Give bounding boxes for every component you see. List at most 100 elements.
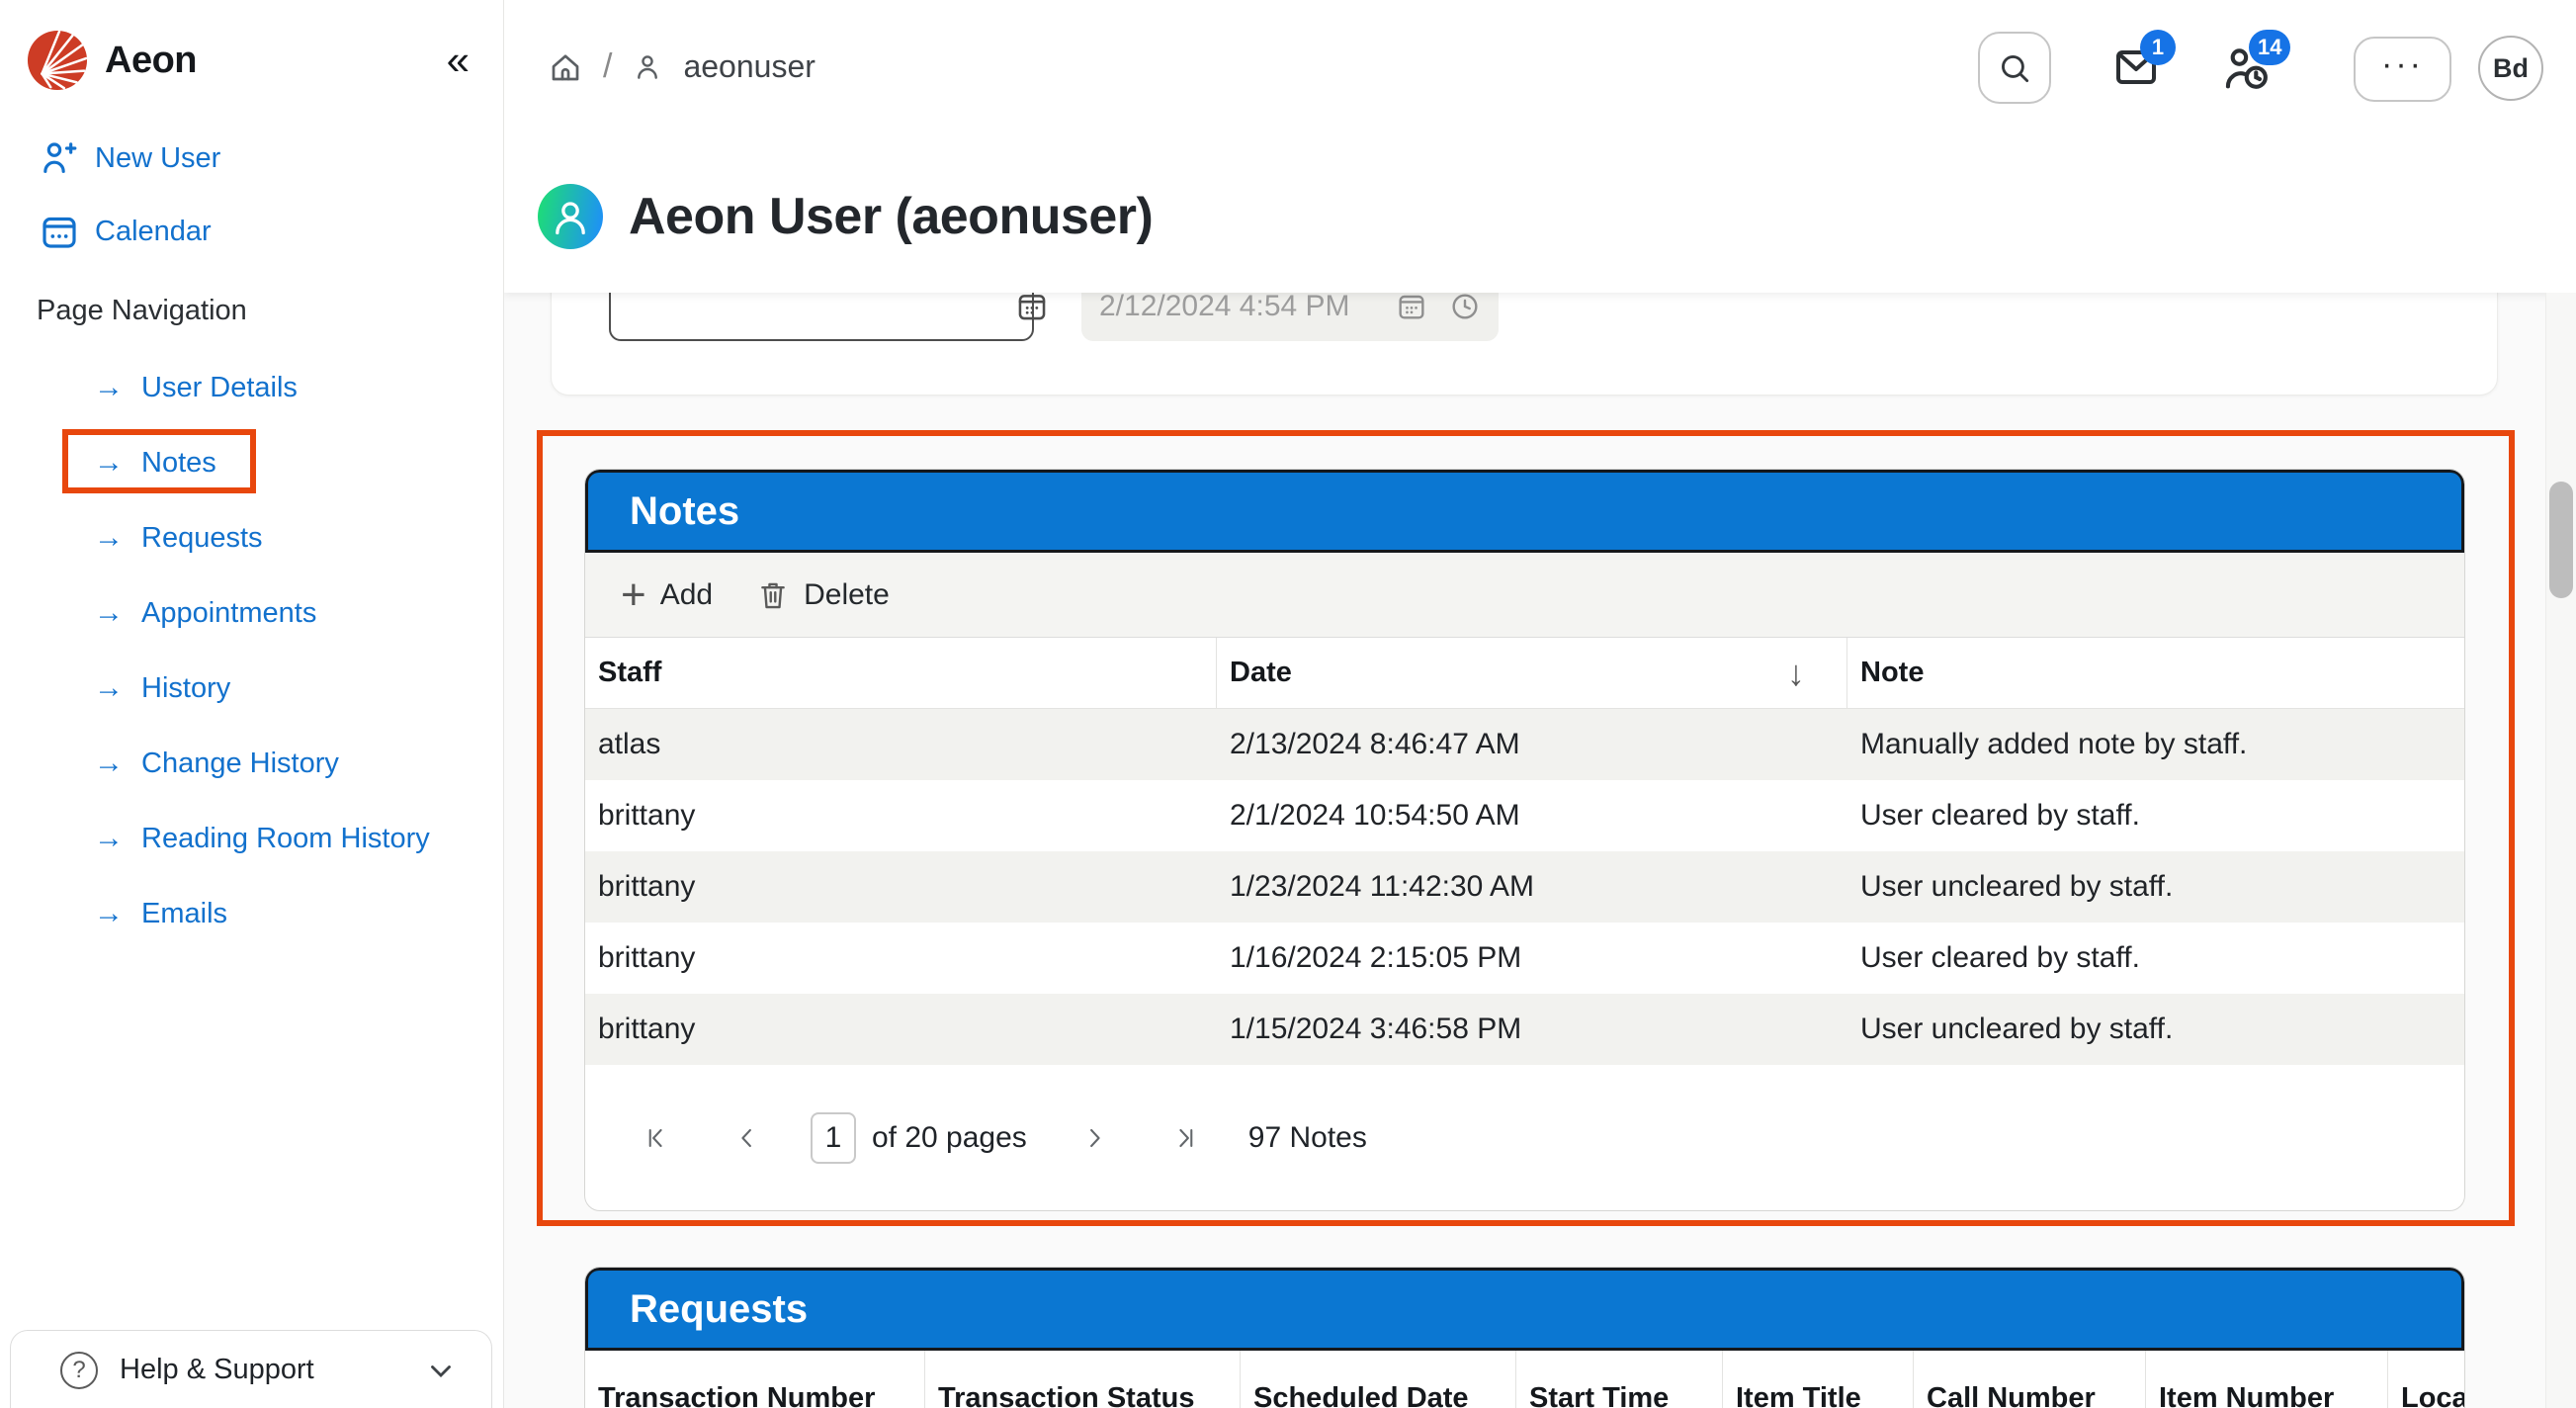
help-support-label: Help & Support (120, 1354, 314, 1386)
cell-staff: atlas (585, 709, 1217, 780)
delete-button-label: Delete (804, 578, 890, 612)
sidebar-item-history[interactable]: →History (0, 651, 503, 726)
column-header-transaction-status[interactable]: Transaction Status (925, 1351, 1241, 1408)
arrow-right-icon: → (94, 446, 124, 480)
scrollbar-thumb[interactable] (2549, 482, 2573, 598)
sidebar-item-label: Change History (141, 748, 339, 780)
column-label: Transaction Status (938, 1382, 1194, 1408)
notes-toolbar: + Add Delete (585, 553, 2464, 638)
notes-title: Notes (630, 489, 739, 534)
column-header-note[interactable]: Note (1847, 638, 2464, 708)
arrow-right-icon: → (94, 897, 124, 930)
sidebar: Aeon « New User Calendar Page Navigatio (0, 0, 504, 1408)
column-header-scheduled-date[interactable]: Scheduled Date (1241, 1351, 1516, 1408)
cell-note: User uncleared by staff. (1847, 851, 2464, 923)
person-icon (632, 51, 663, 83)
sidebar-item-calendar[interactable]: Calendar (40, 212, 212, 251)
delete-note-button[interactable]: Delete (756, 578, 890, 612)
requests-header: Requests (585, 1268, 2464, 1351)
column-label: Date (1230, 657, 1292, 689)
page-number-input[interactable] (811, 1112, 856, 1164)
notes-section: Notes + Add Delete (584, 469, 2465, 1211)
cell-staff: brittany (585, 851, 1217, 923)
column-header-date[interactable]: Date ↓ (1217, 638, 1847, 708)
page-range-label: of 20 pages (872, 1121, 1027, 1155)
table-row[interactable]: brittany 1/15/2024 3:46:58 PM User uncle… (585, 994, 2464, 1065)
cell-staff: brittany (585, 780, 1217, 851)
scrollbar-track[interactable] (2545, 293, 2576, 1408)
sidebar-item-requests[interactable]: → Requests (0, 500, 503, 575)
add-note-button[interactable]: + Add (621, 577, 713, 612)
sidebar-item-emails[interactable]: → Emails (0, 876, 503, 951)
column-label: Item Title (1736, 1382, 1861, 1408)
cell-date: 1/16/2024 2:15:05 PM (1217, 923, 1847, 994)
table-row[interactable]: brittany 1/23/2024 11:42:30 AM User uncl… (585, 851, 2464, 923)
arrow-right-icon: → (94, 747, 124, 780)
sidebar-item-label: History (141, 672, 230, 705)
column-header-transaction-number[interactable]: Transaction Number (585, 1351, 925, 1408)
help-support-panel[interactable]: ? Help & Support (10, 1330, 492, 1408)
sidebar-item-label: User Details (141, 372, 298, 404)
cell-note: Manually added note by staff. (1847, 709, 2464, 780)
main-area: / aeonuser (504, 0, 2576, 1408)
mail-button[interactable]: 1 (2110, 44, 2162, 91)
notes-header: Notes (585, 470, 2464, 553)
column-header-location[interactable]: Loca (2388, 1351, 2465, 1408)
person-plus-icon (40, 138, 79, 178)
collapse-sidebar-icon[interactable]: « (447, 40, 470, 81)
sidebar-item-label: Emails (141, 898, 227, 930)
sidebar-item-reading-room-history[interactable]: →Reading Room History (0, 801, 503, 876)
column-header-item-title[interactable]: Item Title (1723, 1351, 1914, 1408)
sort-descending-icon[interactable]: ↓ (1787, 653, 1805, 694)
page-title: Aeon User (aeonuser) (629, 187, 1153, 246)
cell-note: User uncleared by staff. (1847, 994, 2464, 1065)
first-page-button[interactable] (641, 1122, 672, 1154)
avatar-initials-label: Bd (2493, 53, 2529, 84)
table-row[interactable]: atlas 2/13/2024 8:46:47 AM Manually adde… (585, 709, 2464, 780)
column-header-start-time[interactable]: Start Time (1516, 1351, 1723, 1408)
home-icon[interactable] (548, 49, 583, 85)
page-navigation-list: →User Details →Notes →Requests →Appointm… (0, 350, 503, 951)
brand-row: Aeon « (27, 30, 470, 91)
breadcrumb-current-user[interactable]: aeonuser (683, 48, 815, 85)
calendar-icon (1396, 291, 1427, 322)
sidebar-item-label: Appointments (141, 597, 316, 630)
sidebar-item-notes[interactable]: → Notes (0, 425, 503, 500)
sidebar-item-label: Requests (141, 522, 263, 555)
table-row[interactable]: brittany 2/1/2024 10:54:50 AM User clear… (585, 780, 2464, 851)
sidebar-item-label: Notes (141, 447, 216, 480)
account-avatar[interactable]: Bd (2478, 36, 2543, 101)
requests-title: Requests (630, 1287, 808, 1332)
sidebar-item-user-details[interactable]: → User Details (0, 350, 503, 425)
requests-section: Requests Transaction Number Transaction … (584, 1267, 2465, 1408)
add-button-label: Add (660, 578, 713, 612)
calendar-icon[interactable] (1015, 290, 1049, 323)
sidebar-item-change-history[interactable]: → Change History (0, 726, 503, 801)
table-row[interactable]: brittany 1/16/2024 2:15:05 PM User clear… (585, 923, 2464, 994)
column-header-staff[interactable]: Staff (585, 638, 1217, 708)
next-page-button[interactable] (1078, 1122, 1110, 1154)
sidebar-item-appointments[interactable]: →Appointments (0, 575, 503, 651)
column-header-call-number[interactable]: Call Number (1914, 1351, 2146, 1408)
cell-date: 2/1/2024 10:54:50 AM (1217, 780, 1847, 851)
user-queue-button[interactable]: 14 (2219, 44, 2275, 95)
arrow-right-icon: → (94, 521, 124, 555)
date-input[interactable] (611, 291, 1015, 323)
total-count-label: 97 Notes (1248, 1121, 1367, 1155)
clock-icon (1449, 291, 1481, 322)
chevron-down-icon (424, 1354, 458, 1387)
search-button[interactable] (1978, 32, 2051, 104)
last-page-button[interactable] (1169, 1122, 1201, 1154)
more-options-button[interactable]: ··· (2354, 37, 2451, 102)
aeon-logo-icon[interactable] (27, 30, 88, 91)
column-label: Scheduled Date (1253, 1382, 1469, 1408)
previous-page-button[interactable] (731, 1122, 763, 1154)
cell-date: 2/13/2024 8:46:47 AM (1217, 709, 1847, 780)
notes-table-body: atlas 2/13/2024 8:46:47 AM Manually adde… (585, 709, 2464, 1065)
column-label: Loca (2401, 1382, 2465, 1408)
arrow-right-icon: → (94, 371, 124, 404)
mail-badge: 1 (2140, 30, 2176, 65)
sidebar-item-new-user[interactable]: New User (40, 138, 220, 178)
sidebar-item-label: Calendar (95, 216, 212, 248)
column-header-item-number[interactable]: Item Number (2146, 1351, 2388, 1408)
